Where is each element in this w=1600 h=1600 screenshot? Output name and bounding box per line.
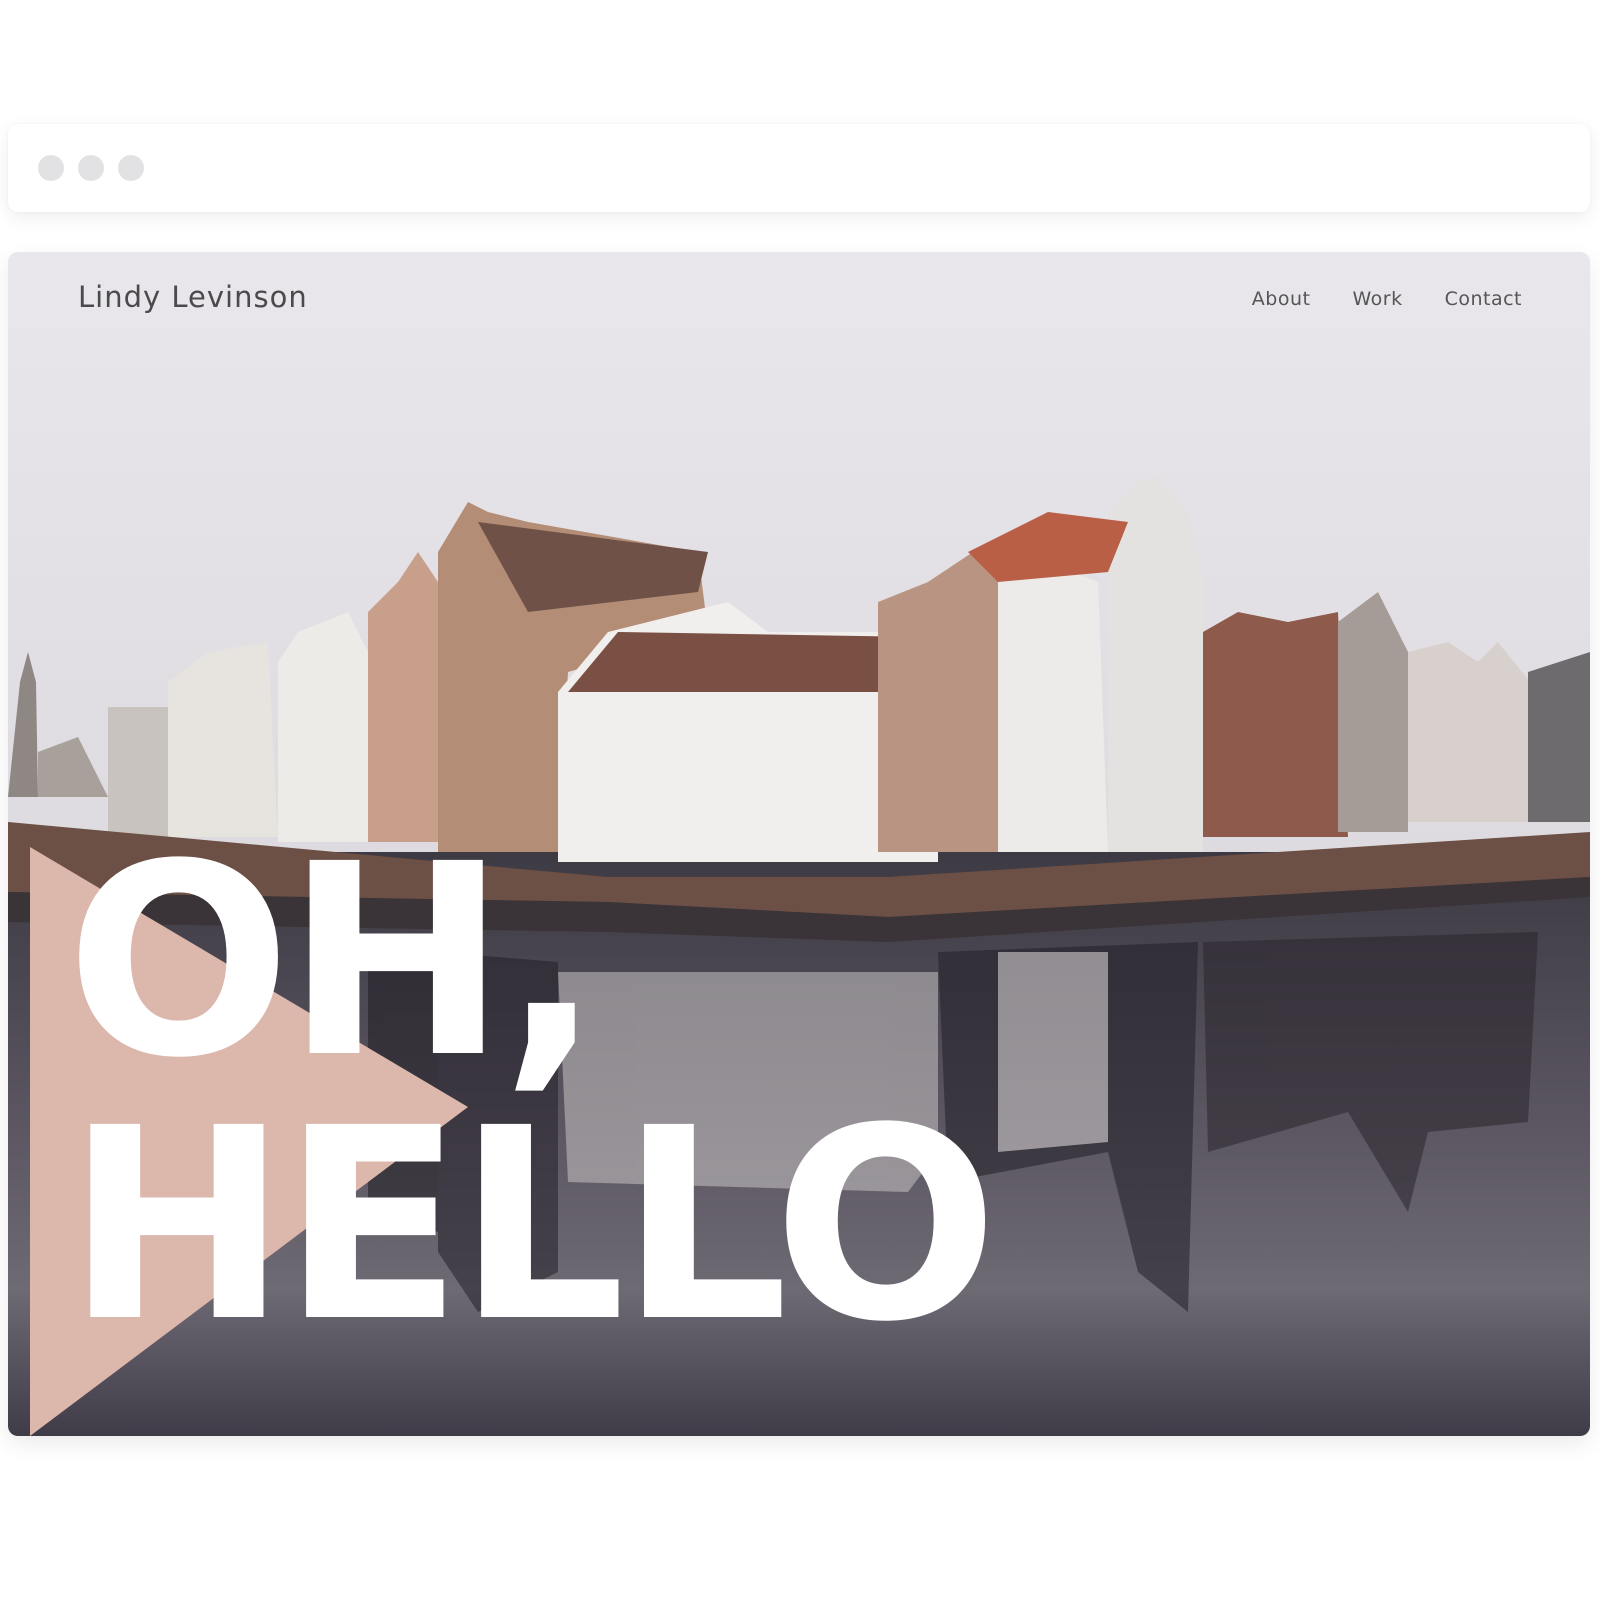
hero-heading-line-2: HELLO [66, 1072, 998, 1380]
nav-contact-link[interactable]: Contact [1445, 288, 1522, 310]
window-dot-icon[interactable] [78, 155, 104, 181]
browser-title-bar [8, 124, 1590, 212]
nav-work-link[interactable]: Work [1352, 288, 1402, 310]
site-logo-link[interactable]: Lindy Levinson [78, 280, 308, 314]
window-dot-icon[interactable] [118, 155, 144, 181]
website-hero: Lindy Levinson About Work Contact OH, HE… [8, 252, 1590, 1436]
hero-heading-line-1: OH, [66, 808, 602, 1116]
window-dot-icon[interactable] [38, 155, 64, 181]
nav-about-link[interactable]: About [1252, 288, 1311, 310]
main-navigation: About Work Contact [1252, 288, 1522, 310]
